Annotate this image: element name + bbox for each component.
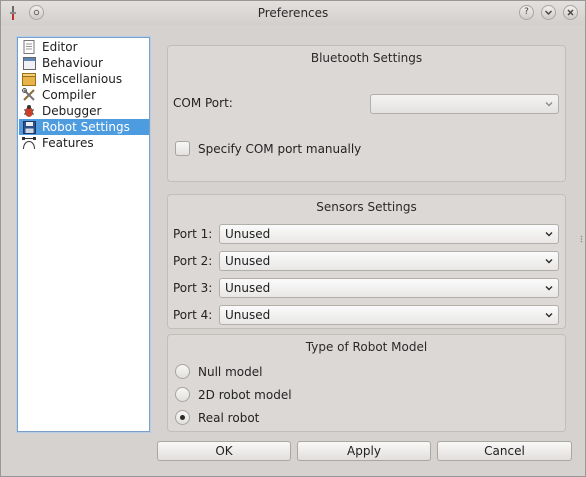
port-2-select[interactable]: Unused <box>219 251 559 271</box>
port-3-value: Unused <box>225 281 271 295</box>
window-icon <box>21 56 37 70</box>
sidebar-item-label: Compiler <box>42 88 97 102</box>
floppy-icon <box>21 120 37 134</box>
tools-icon <box>21 88 37 102</box>
sidebar-item-compiler[interactable]: Compiler <box>19 87 149 103</box>
port-2-label: Port 2: <box>173 254 213 268</box>
real-robot-label[interactable]: Real robot <box>198 411 259 425</box>
null-model-radio[interactable] <box>175 364 190 379</box>
2d-robot-model-radio[interactable] <box>175 387 190 402</box>
document-icon <box>21 40 37 54</box>
chevron-down-icon <box>545 10 552 15</box>
window-title: Preferences <box>257 6 329 20</box>
chevron-down-icon <box>545 102 553 107</box>
title-bar[interactable]: Preferences ? <box>1 1 585 25</box>
real-robot-radio[interactable] <box>175 410 190 425</box>
specify-com-port-checkbox[interactable] <box>175 141 190 156</box>
sidebar-item-label: Behaviour <box>42 56 103 70</box>
preferences-window: Preferences ? Editor Behaviour Miscellan <box>0 0 586 477</box>
null-model-label[interactable]: Null model <box>198 365 262 379</box>
port-1-value: Unused <box>225 227 271 241</box>
radio-checked-indicator <box>180 415 185 420</box>
box-icon <box>21 72 37 86</box>
sidebar-item-features[interactable]: Features <box>19 135 149 151</box>
port-4-value: Unused <box>225 308 271 322</box>
sidebar-item-label: Features <box>42 136 94 150</box>
sidebar-item-label: Editor <box>42 40 78 54</box>
ok-button[interactable]: OK <box>157 441 291 461</box>
sidebar-item-debugger[interactable]: Debugger <box>19 103 149 119</box>
cancel-button[interactable]: Cancel <box>437 441 572 461</box>
apply-button[interactable]: Apply <box>297 441 431 461</box>
com-port-select[interactable] <box>370 94 559 114</box>
chevron-down-icon <box>545 313 553 318</box>
minimize-button[interactable] <box>541 5 556 20</box>
sidebar-item-label: Miscellanious <box>42 72 123 86</box>
specify-com-port-label[interactable]: Specify COM port manually <box>198 142 361 156</box>
chevron-down-icon <box>545 232 553 237</box>
2d-robot-model-label[interactable]: 2D robot model <box>198 388 292 402</box>
sidebar-item-robot-settings[interactable]: Robot Settings <box>19 119 149 135</box>
bezier-icon <box>21 136 37 150</box>
group-title: Bluetooth Settings <box>310 51 423 65</box>
port-3-select[interactable]: Unused <box>219 278 559 298</box>
bug-icon <box>21 104 37 118</box>
category-list[interactable]: Editor Behaviour Miscellanious Compiler … <box>17 37 150 432</box>
close-button[interactable] <box>563 5 578 20</box>
close-icon <box>567 9 574 16</box>
port-1-select[interactable]: Unused <box>219 224 559 244</box>
com-port-label: COM Port: <box>173 96 233 110</box>
sidebar-item-editor[interactable]: Editor <box>19 39 149 55</box>
chevron-down-icon <box>545 286 553 291</box>
sidebar-item-label: Robot Settings <box>42 120 130 134</box>
port-3-label: Port 3: <box>173 281 213 295</box>
group-title: Type of Robot Model <box>305 340 428 354</box>
help-button[interactable]: ? <box>519 5 534 20</box>
port-1-label: Port 1: <box>173 227 213 241</box>
port-4-label: Port 4: <box>173 308 213 322</box>
sidebar-item-miscellanious[interactable]: Miscellanious <box>19 71 149 87</box>
sidebar-item-label: Debugger <box>42 104 102 118</box>
group-title: Sensors Settings <box>316 200 417 214</box>
chevron-down-icon <box>545 259 553 264</box>
resize-grip-icon[interactable] <box>580 235 583 243</box>
port-2-value: Unused <box>225 254 271 268</box>
sidebar-item-behaviour[interactable]: Behaviour <box>19 55 149 71</box>
port-4-select[interactable]: Unused <box>219 305 559 325</box>
